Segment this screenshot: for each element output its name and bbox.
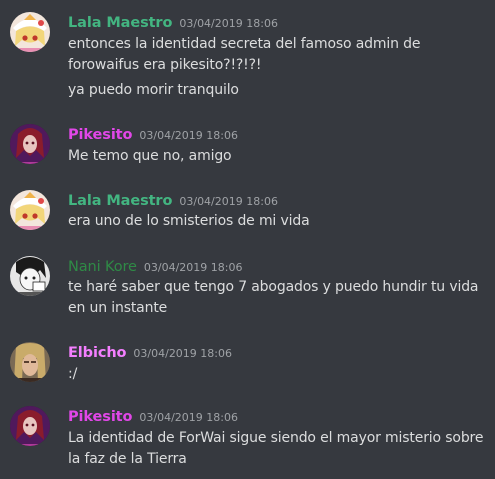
timestamp: 03/04/2019 18:06 xyxy=(179,195,278,208)
message-text: ya puedo morir tranquilo xyxy=(68,82,239,98)
avatar[interactable] xyxy=(10,342,50,382)
message-header: Lala Maestro 03/04/2019 18:06 xyxy=(68,190,278,209)
message-header: Elbicho 03/04/2019 18:06 xyxy=(68,342,232,361)
avatar[interactable] xyxy=(10,12,50,52)
message-text: forowaifus era pikesito?!?!?! xyxy=(68,57,262,73)
message-header: Pikesito 03/04/2019 18:06 xyxy=(68,124,238,143)
username[interactable]: Lala Maestro xyxy=(68,193,172,209)
message-text: :/ xyxy=(68,366,78,382)
timestamp: 03/04/2019 18:06 xyxy=(143,261,243,274)
message-text: la faz de la Tierra xyxy=(68,451,187,467)
message-header: Pikesito 03/04/2019 18:06 xyxy=(68,406,238,425)
avatar[interactable] xyxy=(10,406,50,446)
message-header: Nani Kore 03/04/2019 18:06 xyxy=(68,256,243,275)
message-text: te haré saber que tengo 7 abogados y pue… xyxy=(68,279,479,295)
message-text: en un instante xyxy=(68,300,168,316)
timestamp: 03/04/2019 18:06 xyxy=(133,347,233,360)
message-text: La identidad de ForWai sigue siendo el m… xyxy=(68,430,484,446)
avatar[interactable] xyxy=(10,190,50,230)
username[interactable]: Lala Maestro xyxy=(68,15,172,31)
message-text: entonces la identidad secreta del famoso… xyxy=(68,36,421,52)
timestamp: 03/04/2019 18:06 xyxy=(139,129,238,142)
username[interactable]: Pikesito xyxy=(68,127,132,143)
avatar[interactable] xyxy=(10,124,50,164)
username[interactable]: Elbicho xyxy=(68,345,127,361)
avatar[interactable] xyxy=(10,256,50,296)
message-text: era uno de lo smisterios de mi vida xyxy=(68,213,310,229)
timestamp: 03/04/2019 18:06 xyxy=(179,17,278,30)
username[interactable]: Pikesito xyxy=(68,409,132,425)
timestamp: 03/04/2019 18:06 xyxy=(139,411,238,424)
message-text: Me temo que no, amigo xyxy=(68,148,232,164)
username[interactable]: Nani Kore xyxy=(68,259,137,275)
message-header: Lala Maestro 03/04/2019 18:06 xyxy=(68,12,278,31)
